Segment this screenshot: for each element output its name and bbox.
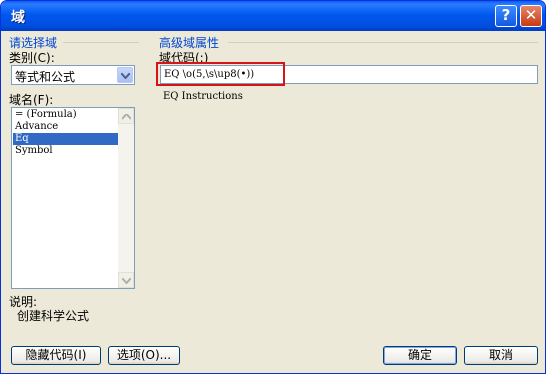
scroll-up-button[interactable] — [118, 108, 134, 124]
category-label: 类别(C): — [9, 51, 55, 65]
list-item[interactable]: = (Formula) — [13, 109, 118, 121]
window-title: 域 — [11, 10, 25, 26]
field-dialog: 域 ? ✕ 请选择域 类别(C): 等式和公式 域名(F): = (Formul… — [0, 0, 546, 374]
chevron-down-icon — [122, 278, 131, 284]
list-item[interactable]: Symbol — [13, 145, 118, 157]
category-value: 等式和公式 — [15, 70, 76, 84]
scroll-down-button[interactable] — [118, 272, 134, 288]
question-mark-icon: ? — [501, 6, 511, 24]
group-divider — [228, 42, 538, 43]
description-text: 创建科学公式 — [17, 309, 90, 323]
help-button[interactable]: ? — [495, 5, 517, 27]
dropdown-button[interactable] — [117, 67, 133, 83]
list-item[interactable]: Advance — [13, 121, 118, 133]
cancel-button[interactable]: 取消 — [464, 346, 538, 365]
category-select[interactable]: 等式和公式 — [11, 65, 135, 85]
close-button[interactable]: ✕ — [520, 5, 542, 27]
highlight-annotation-box — [156, 62, 285, 86]
vertical-scrollbar[interactable] — [118, 108, 134, 288]
title-bar[interactable]: 域 ? ✕ — [1, 1, 545, 31]
eq-instructions-label: EQ Instructions — [163, 91, 243, 102]
chevron-down-icon — [121, 73, 130, 79]
options-button[interactable]: 选项(O)... — [108, 346, 180, 365]
list-item-selected[interactable]: Eq — [13, 133, 118, 145]
field-names-label: 域名(F): — [9, 93, 54, 107]
hide-codes-button[interactable]: 隐藏代码(I) — [11, 346, 101, 365]
dialog-body: 请选择域 类别(C): 等式和公式 域名(F): = (Formula) Adv… — [3, 31, 543, 373]
group-divider — [63, 42, 139, 43]
close-icon: ✕ — [524, 6, 538, 24]
field-names-list[interactable]: = (Formula) Advance Eq Symbol — [11, 107, 135, 289]
ok-button[interactable]: 确定 — [383, 346, 457, 365]
chevron-up-icon — [122, 114, 131, 120]
